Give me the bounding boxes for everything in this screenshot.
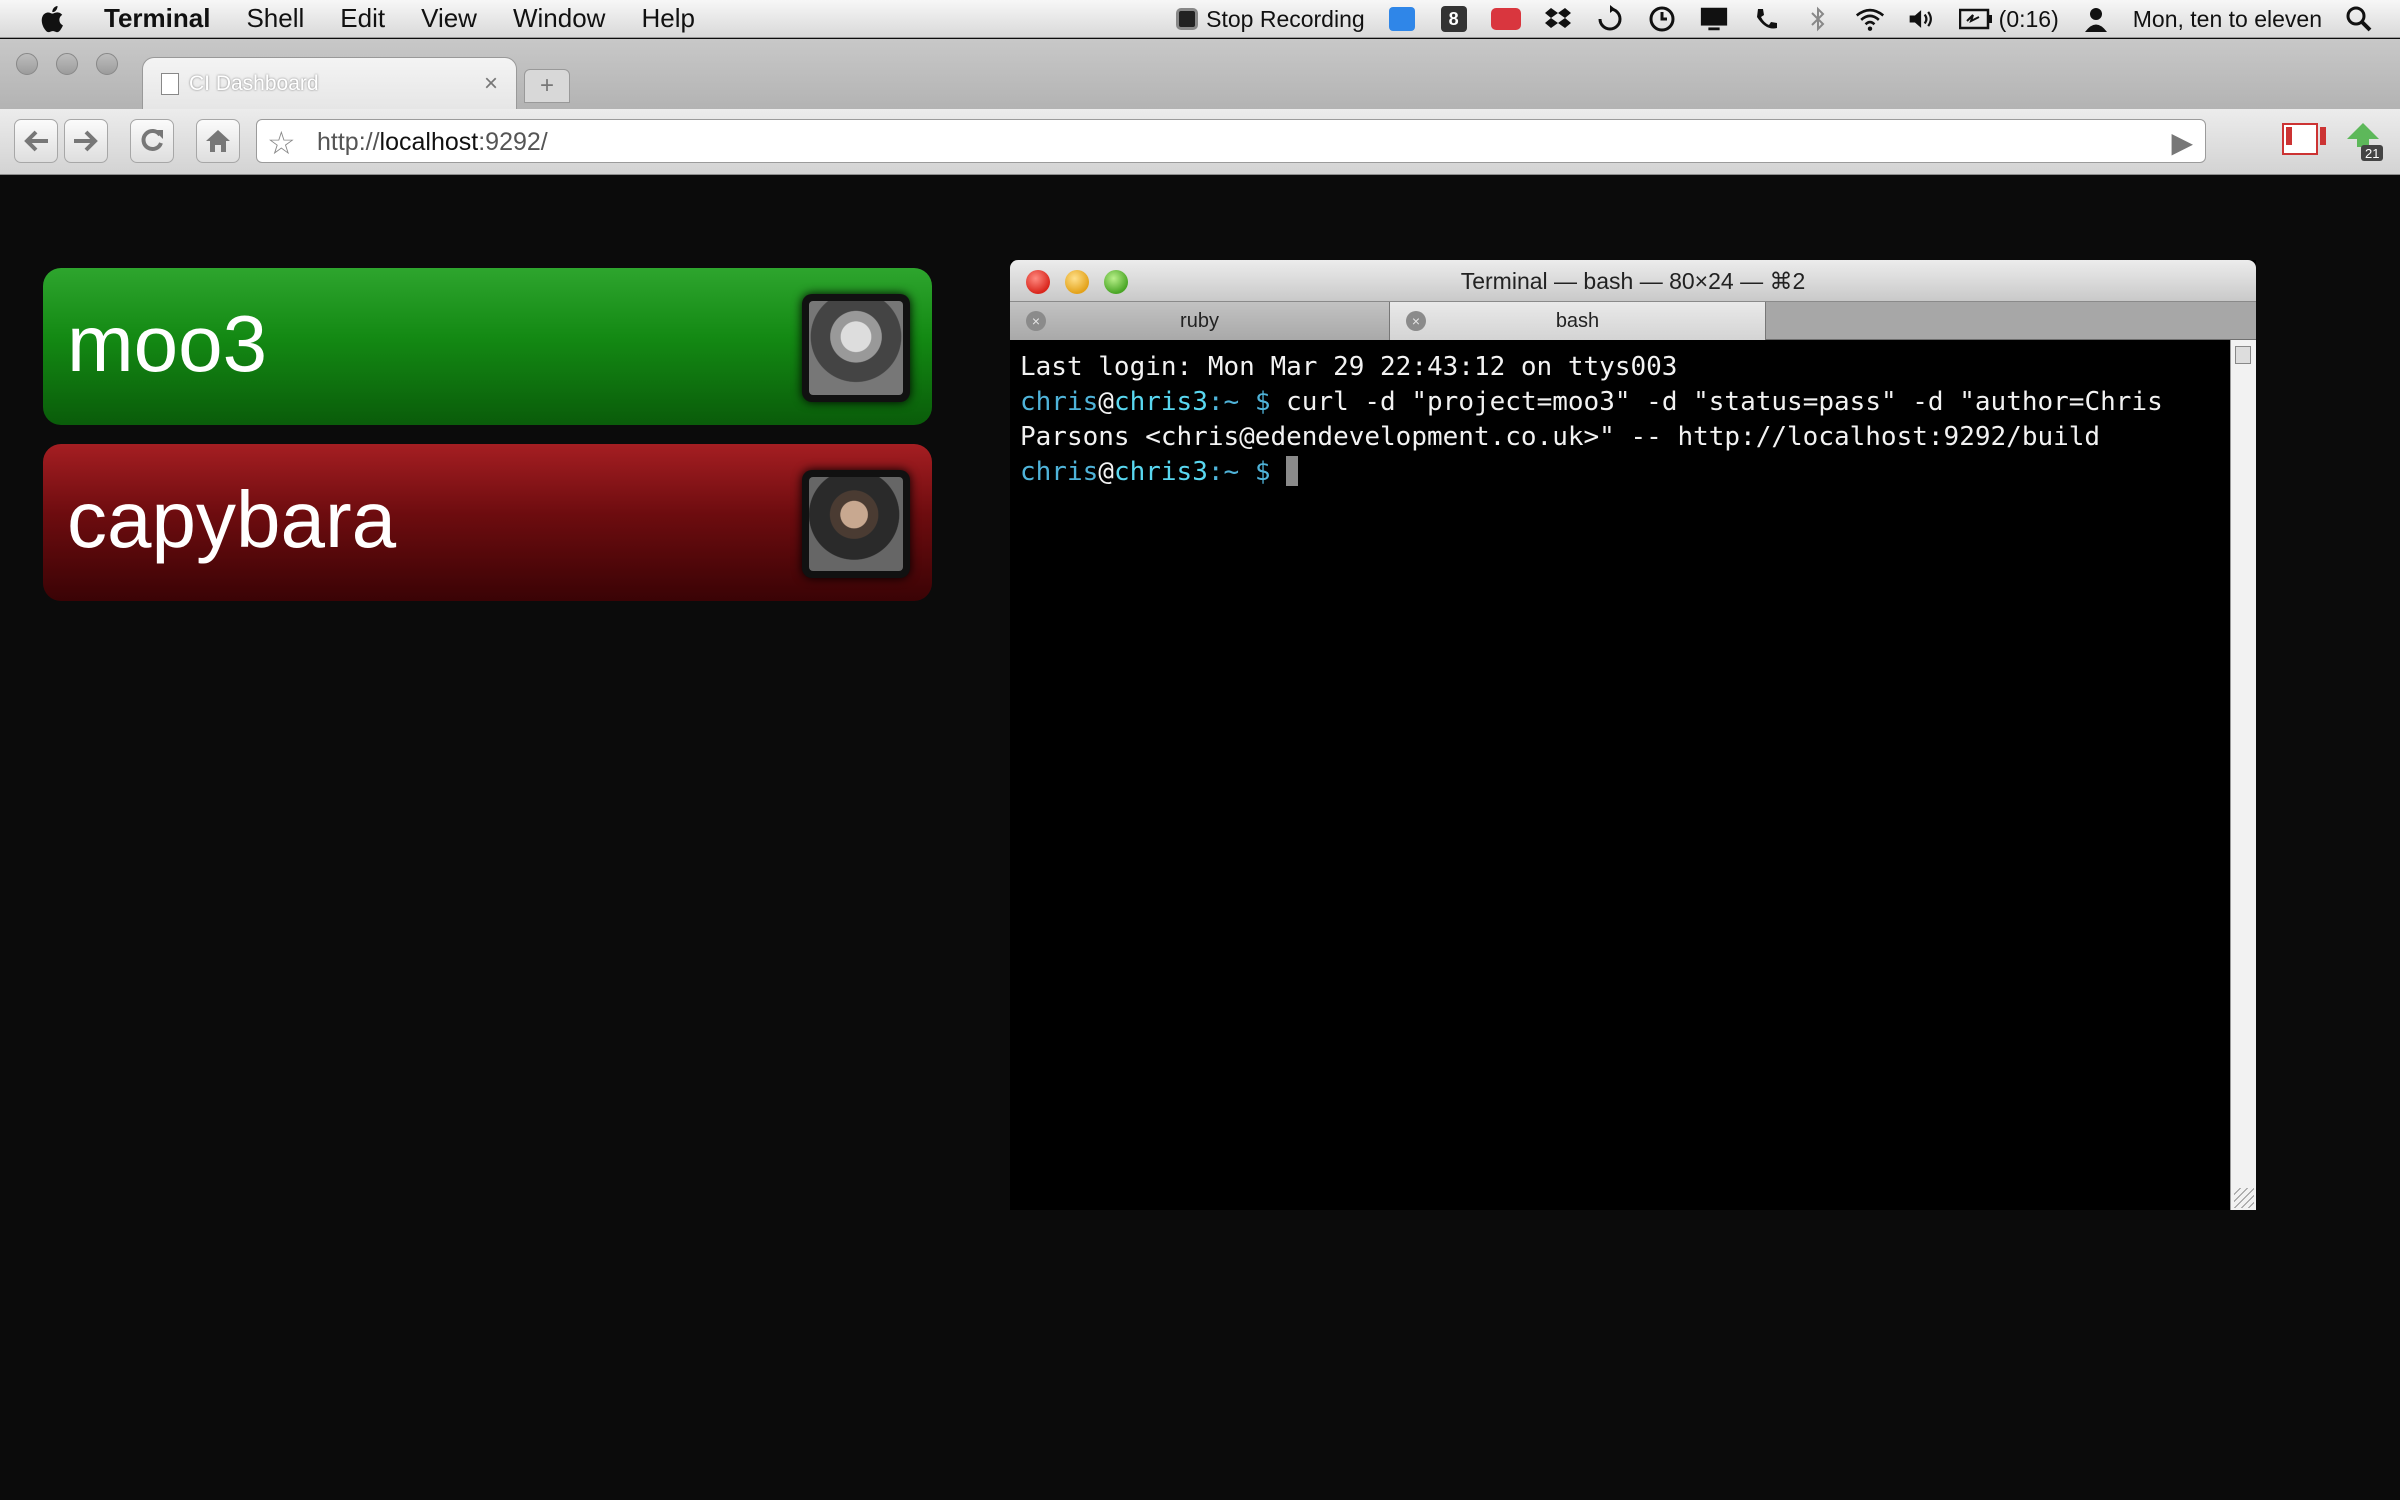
browser-tab-strip: CI Dashboard × +	[0, 39, 2400, 109]
menu-clock[interactable]: Mon, ten to eleven	[2133, 6, 2322, 33]
extension-badge-count: 21	[2365, 146, 2380, 161]
terminal-tab-bar: × ruby × bash	[1010, 302, 2256, 340]
volume-icon[interactable]	[1907, 4, 1937, 34]
gmail-extension-icon[interactable]	[2282, 123, 2326, 155]
tab-close-icon[interactable]: ×	[1026, 311, 1046, 331]
spotlight-icon[interactable]	[2344, 4, 2374, 34]
app-8-label: 8	[1440, 6, 1467, 32]
avatar-image	[809, 477, 903, 571]
terminal-scrollbar[interactable]	[2230, 340, 2256, 1210]
terminal-window[interactable]: Terminal — bash — 80×24 — ⌘2 × ruby × ba…	[1010, 260, 2256, 1210]
back-button[interactable]	[14, 119, 58, 163]
menu-window[interactable]: Window	[513, 3, 605, 34]
battery-item[interactable]: (0:16)	[1958, 5, 2059, 33]
battery-icon	[1958, 8, 1992, 30]
dropbox-icon[interactable]	[1543, 4, 1573, 34]
text-cursor	[1286, 456, 1299, 486]
author-avatar	[802, 470, 910, 578]
browser-tab-ci-dashboard[interactable]: CI Dashboard ×	[142, 57, 517, 109]
time-machine-icon[interactable]	[1647, 4, 1677, 34]
project-name: capybara	[67, 475, 397, 564]
forward-arrow-icon	[74, 130, 98, 152]
tab-close-icon[interactable]: ×	[1406, 311, 1426, 331]
sync-icon[interactable]	[1595, 4, 1625, 34]
browser-toolbar: ☆ http://localhost:9292/ ▶ 21	[0, 109, 2400, 175]
display-icon[interactable]	[1699, 4, 1729, 34]
home-button[interactable]	[196, 119, 240, 163]
stop-recording-icon	[1176, 8, 1199, 30]
project-name: moo3	[67, 299, 268, 388]
user-icon[interactable]	[2081, 4, 2111, 34]
menu-view[interactable]: View	[421, 3, 477, 34]
skype-icon[interactable]	[1387, 4, 1417, 34]
project-card-capybara[interactable]: capybara	[43, 444, 932, 601]
command-line: chris@chris3:~ $ curl -d "project=moo3" …	[1020, 387, 2179, 452]
window-minimize-button[interactable]	[56, 53, 78, 75]
page-icon	[161, 72, 179, 95]
browser-tab-title: CI Dashboard	[189, 71, 319, 95]
terminal-tab-bash[interactable]: × bash	[1390, 302, 1766, 340]
ci-dashboard-page: moo3 capybara Terminal — bash — 80×24 — …	[0, 176, 2400, 1500]
back-arrow-icon	[24, 130, 48, 152]
author-avatar	[802, 294, 910, 402]
forward-button[interactable]	[64, 119, 108, 163]
go-play-icon[interactable]: ▶	[2171, 126, 2193, 159]
bookmark-star-icon[interactable]: ☆	[267, 124, 296, 162]
reload-icon	[141, 129, 163, 151]
url-text[interactable]: http://localhost:9292/	[317, 128, 548, 157]
phone-icon[interactable]	[1751, 4, 1781, 34]
battery-time: (0:16)	[1998, 5, 2059, 32]
terminal-tab-ruby[interactable]: × ruby	[1010, 302, 1390, 340]
menu-edit[interactable]: Edit	[340, 3, 385, 34]
menu-extras: Stop Recording 8 (0:16) Mon, ten to elev…	[1176, 0, 2374, 38]
stop-recording-item[interactable]: Stop Recording	[1176, 6, 1365, 33]
address-bar[interactable]: ☆ http://localhost:9292/ ▶	[256, 119, 2206, 163]
window-close-button[interactable]	[16, 53, 38, 75]
project-card-moo3[interactable]: moo3	[43, 268, 932, 425]
extension-update-icon[interactable]: 21	[2343, 119, 2385, 163]
terminal-output[interactable]: Last login: Mon Mar 29 22:43:12 on ttys0…	[1020, 350, 2220, 490]
apple-icon[interactable]	[36, 2, 70, 36]
menu-app-terminal[interactable]: Terminal	[104, 3, 210, 34]
window-zoom-button[interactable]	[96, 53, 118, 75]
menu-help[interactable]: Help	[641, 3, 694, 34]
menu-shell[interactable]: Shell	[246, 3, 304, 34]
last-login-line: Last login: Mon Mar 29 22:43:12 on ttys0…	[1020, 352, 1678, 382]
app-8-icon[interactable]: 8	[1439, 4, 1469, 34]
terminal-tab-label: ruby	[1180, 309, 1219, 332]
current-prompt-line: chris@chris3:~ $	[1020, 455, 2220, 490]
growl-icon[interactable]	[1490, 4, 1521, 34]
stop-recording-label: Stop Recording	[1206, 5, 1365, 32]
terminal-title-bar[interactable]: Terminal — bash — 80×24 — ⌘2	[1010, 260, 2256, 302]
menu-bar: Terminal Shell Edit View Window Help Sto…	[0, 0, 2400, 38]
tab-close-icon[interactable]: ×	[484, 70, 498, 98]
wifi-icon[interactable]	[1855, 4, 1885, 34]
reload-button[interactable]	[130, 119, 174, 163]
terminal-tab-label: bash	[1555, 309, 1600, 332]
terminal-title: Terminal — bash — 80×24 — ⌘2	[1460, 268, 1806, 294]
avatar-image	[809, 301, 903, 395]
scroll-split-icon[interactable]	[2235, 346, 2251, 364]
new-tab-button[interactable]: +	[524, 69, 570, 103]
resize-grip-icon[interactable]	[2234, 1188, 2254, 1208]
bluetooth-icon[interactable]	[1803, 4, 1833, 34]
home-icon	[206, 130, 230, 152]
